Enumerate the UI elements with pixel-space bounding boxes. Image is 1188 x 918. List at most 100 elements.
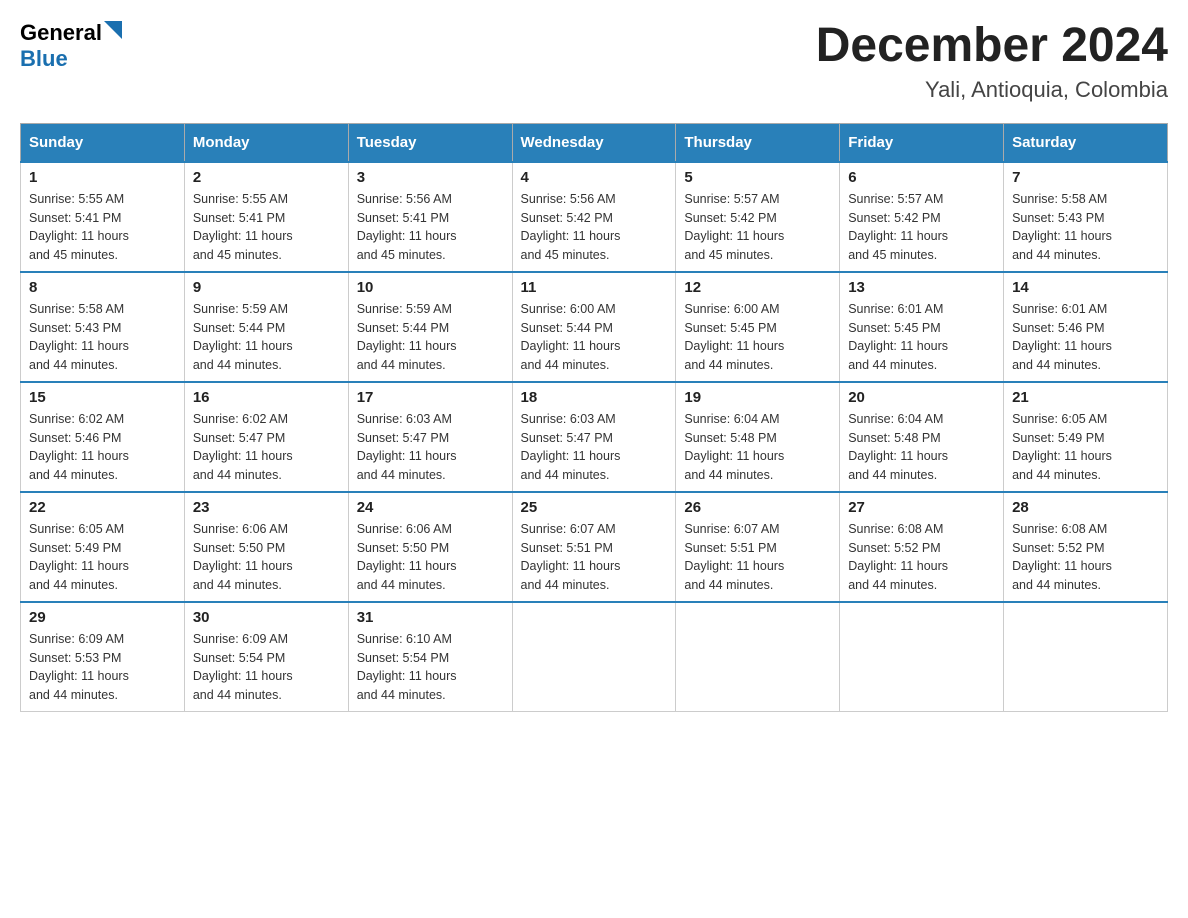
calendar-cell: 25 Sunrise: 6:07 AMSunset: 5:51 PMDaylig…	[512, 492, 676, 602]
day-info: Sunrise: 6:00 AMSunset: 5:45 PMDaylight:…	[684, 302, 784, 372]
page-header: General Blue December 2024 Yali, Antioqu…	[20, 20, 1168, 103]
day-number: 29	[29, 609, 176, 626]
day-info: Sunrise: 6:02 AMSunset: 5:47 PMDaylight:…	[193, 412, 293, 482]
day-number: 27	[848, 499, 995, 516]
day-info: Sunrise: 6:05 AMSunset: 5:49 PMDaylight:…	[29, 522, 129, 592]
calendar-cell: 5 Sunrise: 5:57 AMSunset: 5:42 PMDayligh…	[676, 162, 840, 272]
calendar-header-wednesday: Wednesday	[512, 123, 676, 162]
day-info: Sunrise: 6:06 AMSunset: 5:50 PMDaylight:…	[357, 522, 457, 592]
calendar-week-row: 22 Sunrise: 6:05 AMSunset: 5:49 PMDaylig…	[21, 492, 1168, 602]
day-info: Sunrise: 5:59 AMSunset: 5:44 PMDaylight:…	[357, 302, 457, 372]
day-number: 10	[357, 279, 504, 296]
calendar-cell: 29 Sunrise: 6:09 AMSunset: 5:53 PMDaylig…	[21, 602, 185, 712]
day-number: 17	[357, 389, 504, 406]
day-number: 20	[848, 389, 995, 406]
calendar-header-monday: Monday	[184, 123, 348, 162]
calendar-cell: 14 Sunrise: 6:01 AMSunset: 5:46 PMDaylig…	[1004, 272, 1168, 382]
day-info: Sunrise: 6:07 AMSunset: 5:51 PMDaylight:…	[684, 522, 784, 592]
logo-blue-text: Blue	[20, 46, 68, 71]
day-info: Sunrise: 5:59 AMSunset: 5:44 PMDaylight:…	[193, 302, 293, 372]
day-info: Sunrise: 6:04 AMSunset: 5:48 PMDaylight:…	[684, 412, 784, 482]
day-number: 6	[848, 169, 995, 186]
calendar-cell: 18 Sunrise: 6:03 AMSunset: 5:47 PMDaylig…	[512, 382, 676, 492]
logo-triangle-icon	[104, 21, 122, 39]
calendar-cell: 30 Sunrise: 6:09 AMSunset: 5:54 PMDaylig…	[184, 602, 348, 712]
calendar-week-row: 1 Sunrise: 5:55 AMSunset: 5:41 PMDayligh…	[21, 162, 1168, 272]
day-info: Sunrise: 6:05 AMSunset: 5:49 PMDaylight:…	[1012, 412, 1112, 482]
day-number: 9	[193, 279, 340, 296]
month-year-title: December 2024	[816, 20, 1168, 73]
day-info: Sunrise: 6:01 AMSunset: 5:45 PMDaylight:…	[848, 302, 948, 372]
day-info: Sunrise: 5:56 AMSunset: 5:42 PMDaylight:…	[521, 192, 621, 262]
day-number: 14	[1012, 279, 1159, 296]
day-info: Sunrise: 5:57 AMSunset: 5:42 PMDaylight:…	[848, 192, 948, 262]
day-number: 4	[521, 169, 668, 186]
calendar-cell	[676, 602, 840, 712]
calendar-week-row: 15 Sunrise: 6:02 AMSunset: 5:46 PMDaylig…	[21, 382, 1168, 492]
calendar-header-tuesday: Tuesday	[348, 123, 512, 162]
day-info: Sunrise: 6:00 AMSunset: 5:44 PMDaylight:…	[521, 302, 621, 372]
day-info: Sunrise: 6:09 AMSunset: 5:54 PMDaylight:…	[193, 632, 293, 702]
calendar-header-thursday: Thursday	[676, 123, 840, 162]
calendar-cell: 9 Sunrise: 5:59 AMSunset: 5:44 PMDayligh…	[184, 272, 348, 382]
day-info: Sunrise: 5:58 AMSunset: 5:43 PMDaylight:…	[29, 302, 129, 372]
calendar-cell: 23 Sunrise: 6:06 AMSunset: 5:50 PMDaylig…	[184, 492, 348, 602]
calendar-cell: 13 Sunrise: 6:01 AMSunset: 5:45 PMDaylig…	[840, 272, 1004, 382]
day-number: 24	[357, 499, 504, 516]
calendar-cell	[840, 602, 1004, 712]
day-number: 28	[1012, 499, 1159, 516]
calendar-cell: 21 Sunrise: 6:05 AMSunset: 5:49 PMDaylig…	[1004, 382, 1168, 492]
day-info: Sunrise: 6:04 AMSunset: 5:48 PMDaylight:…	[848, 412, 948, 482]
calendar-cell: 28 Sunrise: 6:08 AMSunset: 5:52 PMDaylig…	[1004, 492, 1168, 602]
day-info: Sunrise: 5:55 AMSunset: 5:41 PMDaylight:…	[193, 192, 293, 262]
day-number: 5	[684, 169, 831, 186]
calendar-cell: 7 Sunrise: 5:58 AMSunset: 5:43 PMDayligh…	[1004, 162, 1168, 272]
day-info: Sunrise: 6:03 AMSunset: 5:47 PMDaylight:…	[357, 412, 457, 482]
calendar-cell: 8 Sunrise: 5:58 AMSunset: 5:43 PMDayligh…	[21, 272, 185, 382]
calendar-cell: 10 Sunrise: 5:59 AMSunset: 5:44 PMDaylig…	[348, 272, 512, 382]
calendar-week-row: 29 Sunrise: 6:09 AMSunset: 5:53 PMDaylig…	[21, 602, 1168, 712]
day-number: 15	[29, 389, 176, 406]
day-info: Sunrise: 6:10 AMSunset: 5:54 PMDaylight:…	[357, 632, 457, 702]
calendar-cell: 11 Sunrise: 6:00 AMSunset: 5:44 PMDaylig…	[512, 272, 676, 382]
day-number: 16	[193, 389, 340, 406]
calendar-cell: 16 Sunrise: 6:02 AMSunset: 5:47 PMDaylig…	[184, 382, 348, 492]
calendar-cell: 15 Sunrise: 6:02 AMSunset: 5:46 PMDaylig…	[21, 382, 185, 492]
day-number: 18	[521, 389, 668, 406]
calendar-cell: 20 Sunrise: 6:04 AMSunset: 5:48 PMDaylig…	[840, 382, 1004, 492]
day-number: 11	[521, 279, 668, 296]
calendar-cell: 19 Sunrise: 6:04 AMSunset: 5:48 PMDaylig…	[676, 382, 840, 492]
calendar-header-sunday: Sunday	[21, 123, 185, 162]
day-number: 3	[357, 169, 504, 186]
calendar-cell	[512, 602, 676, 712]
calendar-cell: 27 Sunrise: 6:08 AMSunset: 5:52 PMDaylig…	[840, 492, 1004, 602]
day-info: Sunrise: 6:02 AMSunset: 5:46 PMDaylight:…	[29, 412, 129, 482]
calendar-header-saturday: Saturday	[1004, 123, 1168, 162]
day-number: 22	[29, 499, 176, 516]
day-number: 23	[193, 499, 340, 516]
calendar-cell: 24 Sunrise: 6:06 AMSunset: 5:50 PMDaylig…	[348, 492, 512, 602]
calendar-cell: 2 Sunrise: 5:55 AMSunset: 5:41 PMDayligh…	[184, 162, 348, 272]
day-number: 12	[684, 279, 831, 296]
day-number: 7	[1012, 169, 1159, 186]
day-number: 25	[521, 499, 668, 516]
calendar-cell: 4 Sunrise: 5:56 AMSunset: 5:42 PMDayligh…	[512, 162, 676, 272]
title-block: December 2024 Yali, Antioquia, Colombia	[816, 20, 1168, 103]
day-number: 13	[848, 279, 995, 296]
day-info: Sunrise: 6:01 AMSunset: 5:46 PMDaylight:…	[1012, 302, 1112, 372]
day-number: 21	[1012, 389, 1159, 406]
location-subtitle: Yali, Antioquia, Colombia	[816, 77, 1168, 103]
calendar-cell: 17 Sunrise: 6:03 AMSunset: 5:47 PMDaylig…	[348, 382, 512, 492]
day-info: Sunrise: 6:09 AMSunset: 5:53 PMDaylight:…	[29, 632, 129, 702]
calendar-cell: 1 Sunrise: 5:55 AMSunset: 5:41 PMDayligh…	[21, 162, 185, 272]
calendar-cell: 26 Sunrise: 6:07 AMSunset: 5:51 PMDaylig…	[676, 492, 840, 602]
day-info: Sunrise: 5:56 AMSunset: 5:41 PMDaylight:…	[357, 192, 457, 262]
day-number: 19	[684, 389, 831, 406]
day-info: Sunrise: 6:07 AMSunset: 5:51 PMDaylight:…	[521, 522, 621, 592]
day-info: Sunrise: 6:03 AMSunset: 5:47 PMDaylight:…	[521, 412, 621, 482]
logo-general-text: General	[20, 20, 102, 46]
calendar-header-row: SundayMondayTuesdayWednesdayThursdayFrid…	[21, 123, 1168, 162]
day-number: 2	[193, 169, 340, 186]
day-number: 31	[357, 609, 504, 626]
day-info: Sunrise: 6:08 AMSunset: 5:52 PMDaylight:…	[848, 522, 948, 592]
